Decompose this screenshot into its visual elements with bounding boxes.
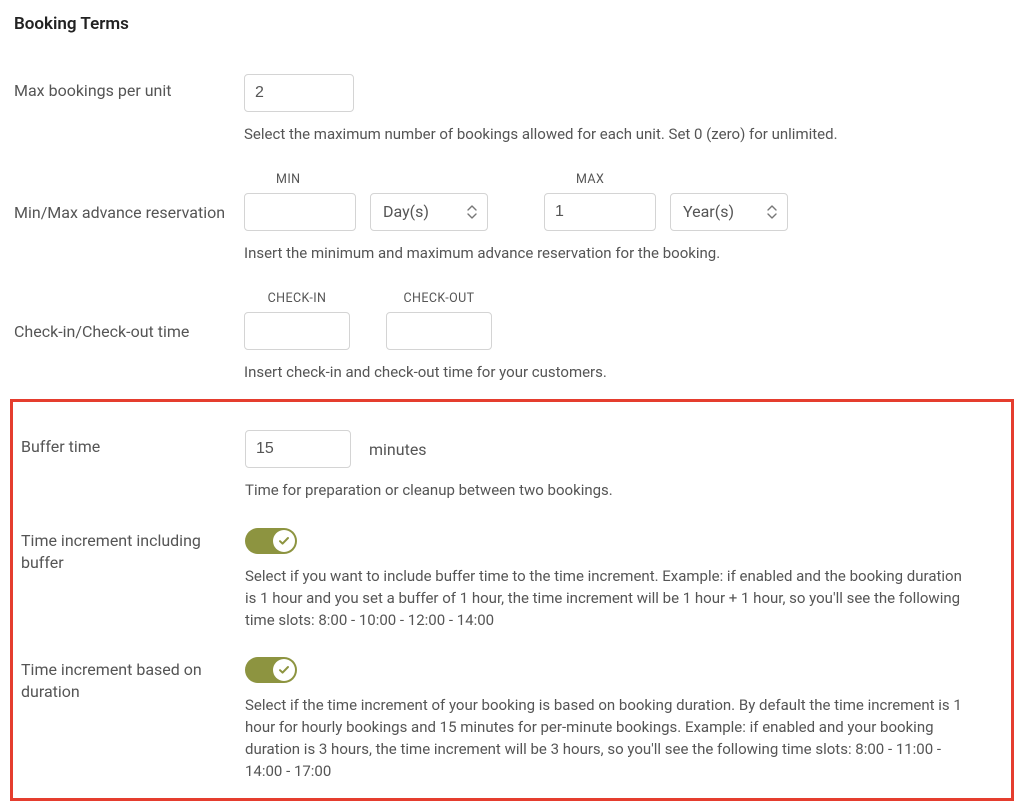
label-increment-buffer: Time increment including buffer: [21, 528, 245, 573]
check-icon: [278, 535, 290, 547]
highlight-box: Buffer time minutes Time for preparation…: [10, 399, 1014, 801]
row-max-bookings: Max bookings per unit Select the maximum…: [10, 74, 1014, 172]
label-buffer-time: Buffer time: [21, 430, 245, 458]
toggle-knob: [273, 659, 295, 681]
checkout-header: CHECK-OUT: [386, 291, 492, 306]
buffer-unit-label: minutes: [369, 440, 427, 459]
desc-advance-reservation: Insert the minimum and maximum advance r…: [244, 243, 964, 265]
checkout-input[interactable]: [386, 312, 492, 350]
min-header: MIN: [244, 172, 300, 187]
desc-increment-duration: Select if the time increment of your boo…: [245, 695, 965, 782]
max-advance-input[interactable]: [544, 193, 656, 231]
row-buffer-time: Buffer time minutes Time for preparation…: [17, 430, 1007, 528]
max-advance-unit-select[interactable]: Year(s): [670, 193, 788, 231]
buffer-time-input[interactable]: [245, 430, 351, 468]
max-header: MAX: [544, 172, 604, 187]
min-advance-unit-select[interactable]: Day(s): [370, 193, 488, 231]
row-advance-reservation: Min/Max advance reservation MIN Day(s): [10, 172, 1014, 291]
increment-buffer-toggle[interactable]: [245, 528, 297, 554]
min-advance-input[interactable]: [244, 193, 356, 231]
row-increment-buffer: Time increment including buffer Select i…: [17, 528, 1007, 657]
max-advance-unit-value: Year(s): [683, 202, 734, 221]
label-increment-duration: Time increment based on duration: [21, 657, 245, 702]
label-check-times: Check-in/Check-out time: [14, 291, 244, 343]
row-check-times: Check-in/Check-out time CHECK-IN CHECK-O…: [10, 291, 1014, 404]
desc-buffer-time: Time for preparation or cleanup between …: [245, 480, 965, 502]
desc-check-times: Insert check-in and check-out time for y…: [244, 362, 964, 384]
section-title: Booking Terms: [10, 14, 1014, 34]
checkin-header: CHECK-IN: [244, 291, 350, 306]
label-advance-reservation: Min/Max advance reservation: [14, 172, 244, 224]
min-advance-unit-value: Day(s): [383, 202, 429, 221]
desc-max-bookings: Select the maximum number of bookings al…: [244, 124, 964, 146]
increment-duration-toggle[interactable]: [245, 657, 297, 683]
check-icon: [278, 664, 290, 676]
checkin-input[interactable]: [244, 312, 350, 350]
desc-increment-buffer: Select if you want to include buffer tim…: [245, 566, 965, 631]
max-bookings-input[interactable]: [244, 74, 354, 112]
label-max-bookings: Max bookings per unit: [14, 74, 244, 102]
toggle-knob: [273, 530, 295, 552]
